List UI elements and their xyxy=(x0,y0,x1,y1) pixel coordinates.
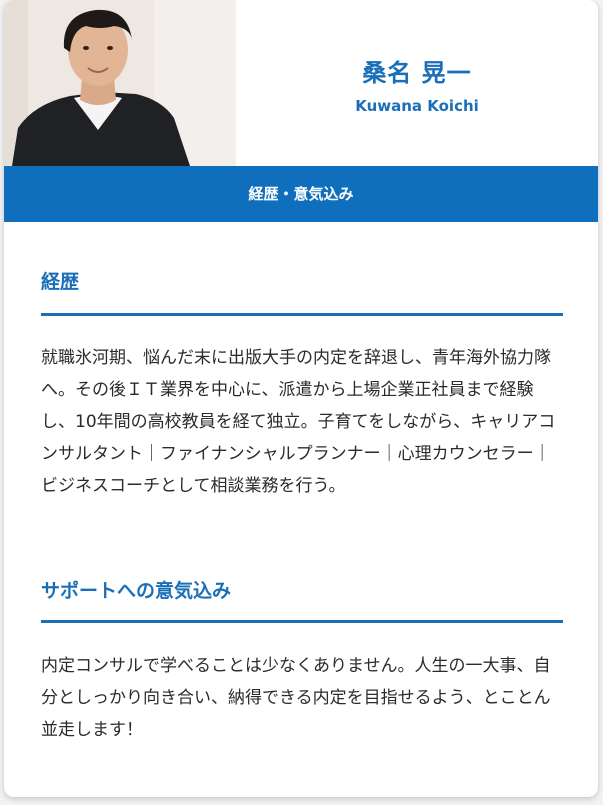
career-heading: 経歴 xyxy=(41,271,80,293)
name-japanese: 桑名 晃一 xyxy=(362,59,472,87)
portrait-image xyxy=(4,0,236,166)
support-text: 内定コンサルで学べることは少なくありません。人生の一大事、自分としっかり向き合い… xyxy=(41,656,551,740)
name-english: Kuwana Koichi xyxy=(355,97,479,115)
profile-photo xyxy=(4,0,236,166)
support-divider xyxy=(41,620,563,623)
support-heading: サポートへの意気込み xyxy=(41,580,232,602)
career-text: 就職氷河期、悩んだ末に出版大手の内定を辞退し、青年海外協力隊へ。その後ＩＴ業界を… xyxy=(41,348,556,496)
name-block: 桑名 晃一 Kuwana Koichi xyxy=(236,0,598,166)
profile-header: 桑名 晃一 Kuwana Koichi xyxy=(4,0,598,166)
career-divider xyxy=(41,313,563,316)
profile-card: 桑名 晃一 Kuwana Koichi 経歴・意気込み 経歴 就職氷河期、悩んだ… xyxy=(4,0,598,797)
section-banner: 経歴・意気込み xyxy=(4,166,598,222)
